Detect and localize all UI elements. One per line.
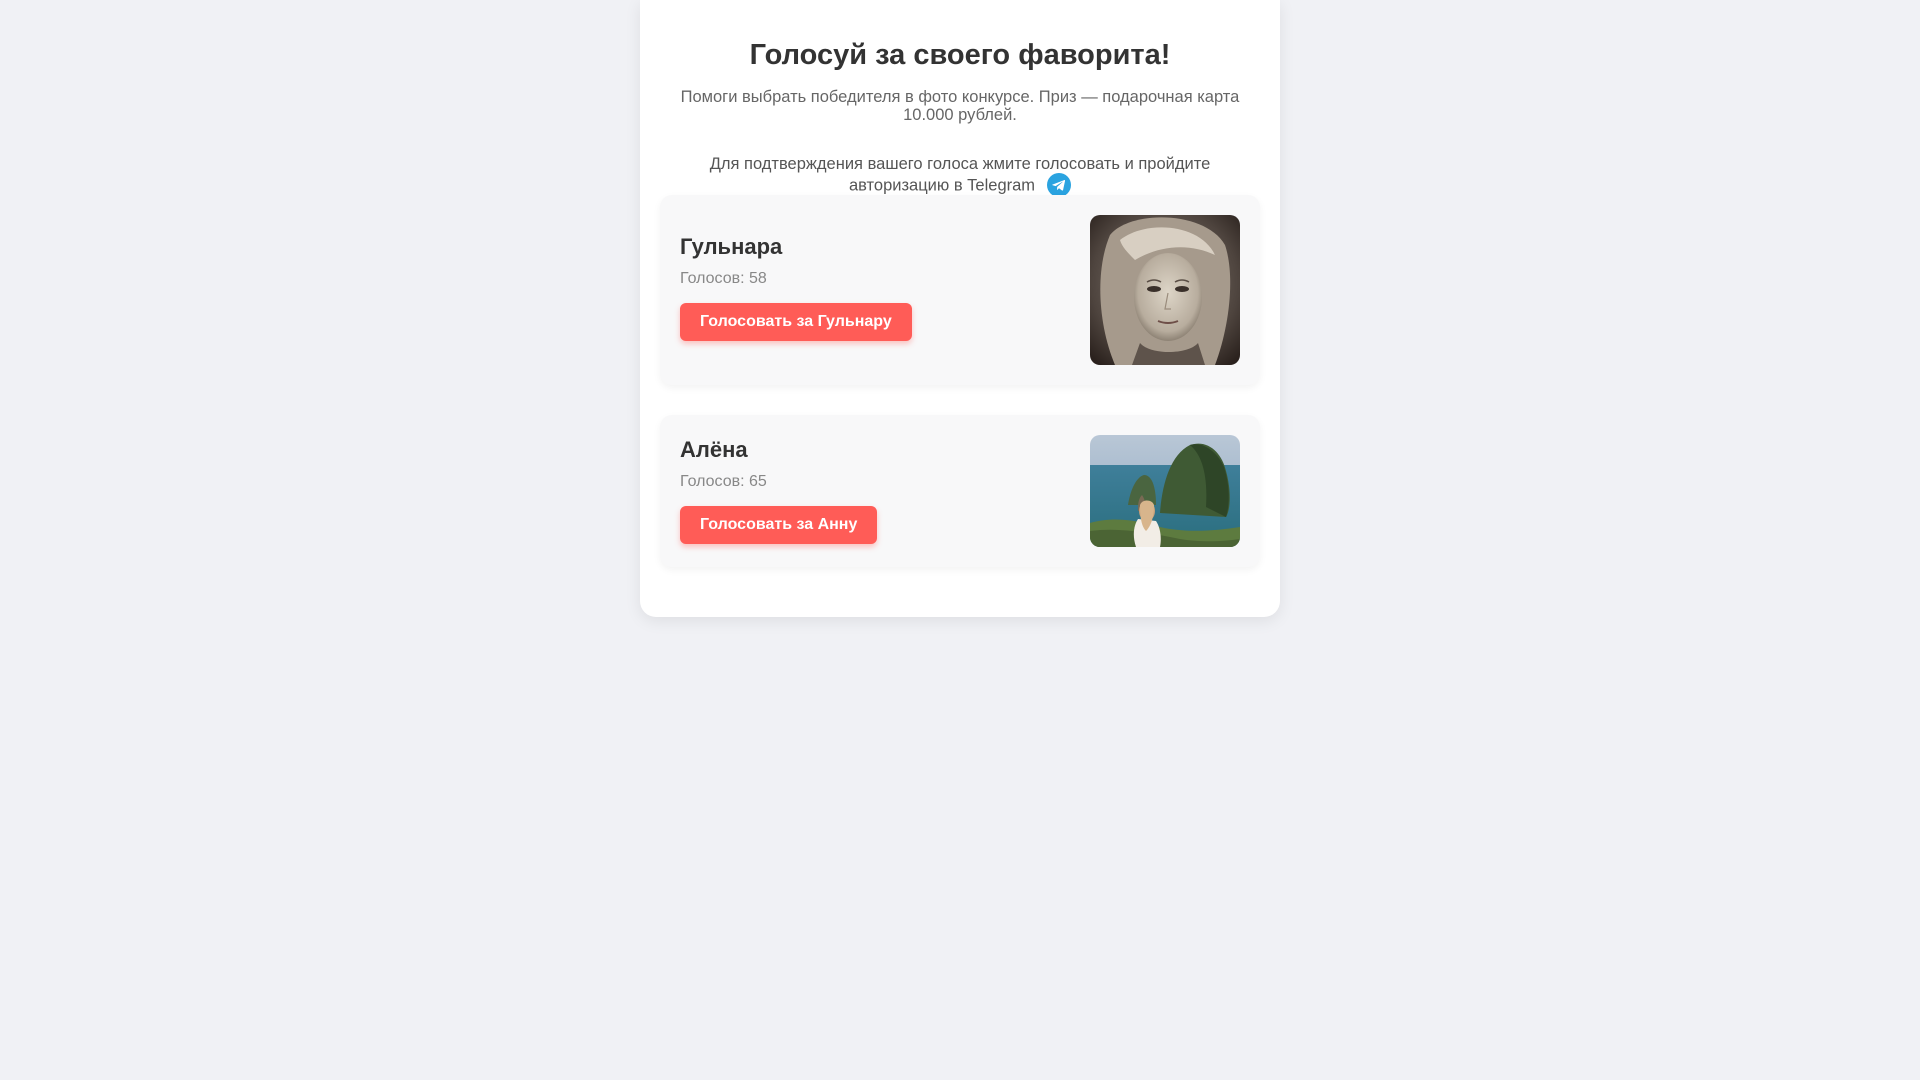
vote-button[interactable]: Голосовать за Анну (680, 506, 878, 544)
page-title: Голосуй за своего фаворита! (749, 39, 1171, 71)
vote-count: Голосов: 65 (680, 473, 767, 490)
vote-count: Голосов: 58 (680, 270, 767, 287)
auth-instruction: Для подтверждения вашего голоса жмите го… (660, 154, 1260, 198)
candidate-name: Алёна (680, 437, 748, 462)
seaside-cliff-photo (1090, 435, 1240, 547)
candidate-name: Гульнара (680, 234, 783, 259)
portrait-photo (1090, 215, 1240, 365)
vote-button[interactable]: Голосовать за Гульнару (680, 303, 912, 341)
page-subtitle: Помоги выбрать победителя в фото конкурс… (680, 88, 1240, 124)
contest-panel: Голосуй за своего фаворита! Помоги выбра… (640, 0, 1280, 617)
telegram-icon (1047, 173, 1072, 197)
candidate-card: Алёна Голосов: 65 Голосовать за Анну (660, 415, 1260, 567)
auth-instruction-text: Для подтверждения вашего голоса жмите го… (709, 155, 1211, 195)
candidate-card: Гульнара Голосов: 58 Голосовать за Гульн… (660, 195, 1260, 385)
candidate-info: Гульнара Голосов: 58 Голосовать за Гульн… (680, 234, 912, 341)
candidate-info: Алёна Голосов: 65 Голосовать за Анну (680, 437, 878, 544)
